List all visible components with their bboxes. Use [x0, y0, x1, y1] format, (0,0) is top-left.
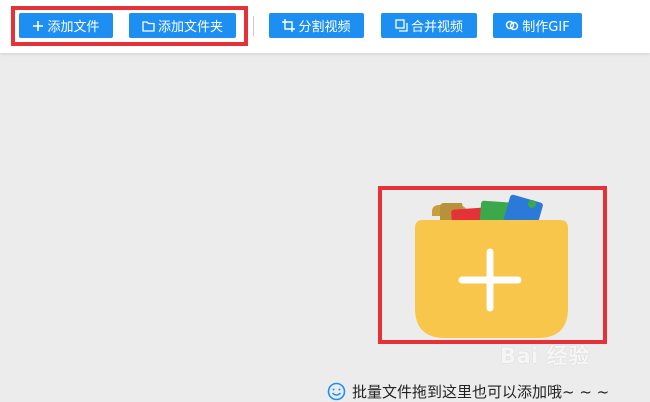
add-folder-icon[interactable]	[410, 190, 575, 340]
add-file-label: 添加文件	[47, 20, 100, 35]
crop-icon	[282, 19, 296, 32]
link-icon	[505, 19, 519, 32]
add-folder-label: 添加文件夹	[157, 20, 223, 35]
add-file-button[interactable]: 添加文件	[19, 13, 113, 38]
toolbar: 添加文件 添加文件夹 分割视频 合并视频 制作GIF	[0, 0, 650, 53]
merge-icon	[395, 19, 408, 32]
drop-hint: 批量文件拖到这里也可以添加哦~ ~ ~	[327, 381, 609, 402]
toolbar-divider	[253, 16, 254, 36]
merge-video-label: 合并视频	[410, 20, 463, 35]
make-gif-button[interactable]: 制作GIF	[493, 13, 582, 38]
watermark: Bai 经验	[500, 344, 590, 368]
smile-icon	[327, 382, 346, 401]
add-folder-button[interactable]: 添加文件夹	[129, 13, 236, 38]
merge-video-button[interactable]: 合并视频	[381, 13, 477, 38]
make-gif-label: 制作GIF	[522, 20, 570, 35]
plus-icon	[32, 20, 44, 32]
split-video-label: 分割视频	[298, 20, 351, 35]
split-video-button[interactable]: 分割视频	[269, 13, 364, 38]
folder-icon	[142, 20, 155, 32]
drop-hint-text: 批量文件拖到这里也可以添加哦~ ~ ~	[352, 383, 610, 401]
